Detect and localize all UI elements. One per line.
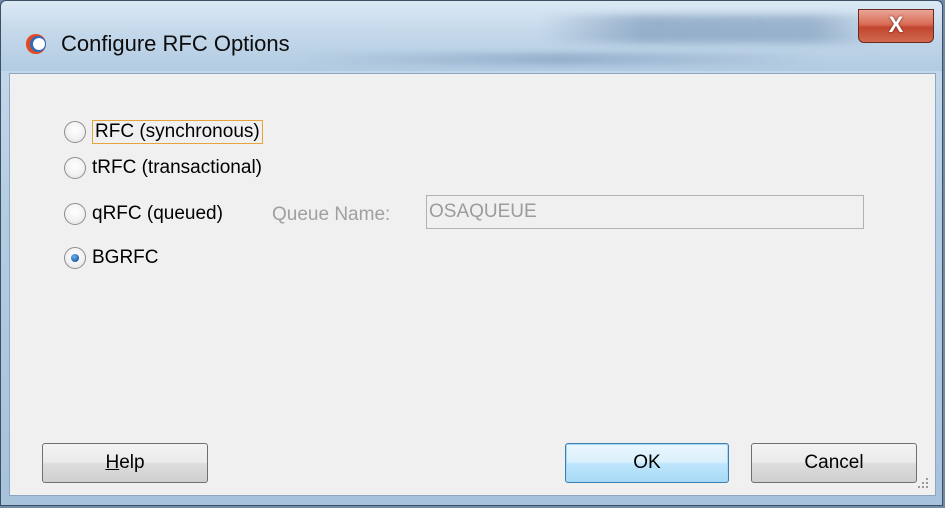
option-bgrfc[interactable]: BGRFC: [64, 247, 159, 269]
option-qrfc-label: qRFC (queued): [92, 203, 223, 224]
option-rfc[interactable]: RFC (synchronous): [64, 120, 263, 144]
title-bar[interactable]: Configure RFC Options X: [1, 1, 942, 71]
radio-trfc[interactable]: [64, 157, 86, 179]
queue-name-input[interactable]: [426, 195, 864, 229]
dialog-title: Configure RFC Options: [61, 31, 290, 56]
help-label: elp: [119, 452, 145, 473]
option-bgrfc-label: BGRFC: [92, 247, 159, 268]
background-blur-strip: [301, 53, 821, 65]
close-button[interactable]: X: [858, 9, 934, 43]
option-rfc-label: RFC (synchronous): [92, 120, 263, 144]
background-blur: [541, 15, 881, 43]
dialog-window: Configure RFC Options X RFC (synchronous…: [0, 0, 943, 506]
radio-qrfc[interactable]: [64, 203, 86, 225]
resize-grip-icon[interactable]: [915, 475, 929, 489]
help-button[interactable]: Help: [42, 443, 208, 483]
cancel-button[interactable]: Cancel: [751, 443, 917, 483]
ok-button[interactable]: OK: [565, 443, 729, 483]
option-trfc-label: tRFC (transactional): [92, 157, 262, 178]
radio-bgrfc[interactable]: [64, 247, 86, 269]
queue-name-label: Queue Name:: [272, 204, 391, 225]
app-icon: [26, 34, 46, 54]
option-qrfc[interactable]: qRFC (queued): [64, 203, 223, 225]
option-trfc[interactable]: tRFC (transactional): [64, 157, 262, 179]
radio-rfc[interactable]: [64, 121, 86, 143]
help-mnemonic: H: [105, 452, 120, 473]
dialog-body: RFC (synchronous) tRFC (transactional) q…: [9, 73, 936, 496]
